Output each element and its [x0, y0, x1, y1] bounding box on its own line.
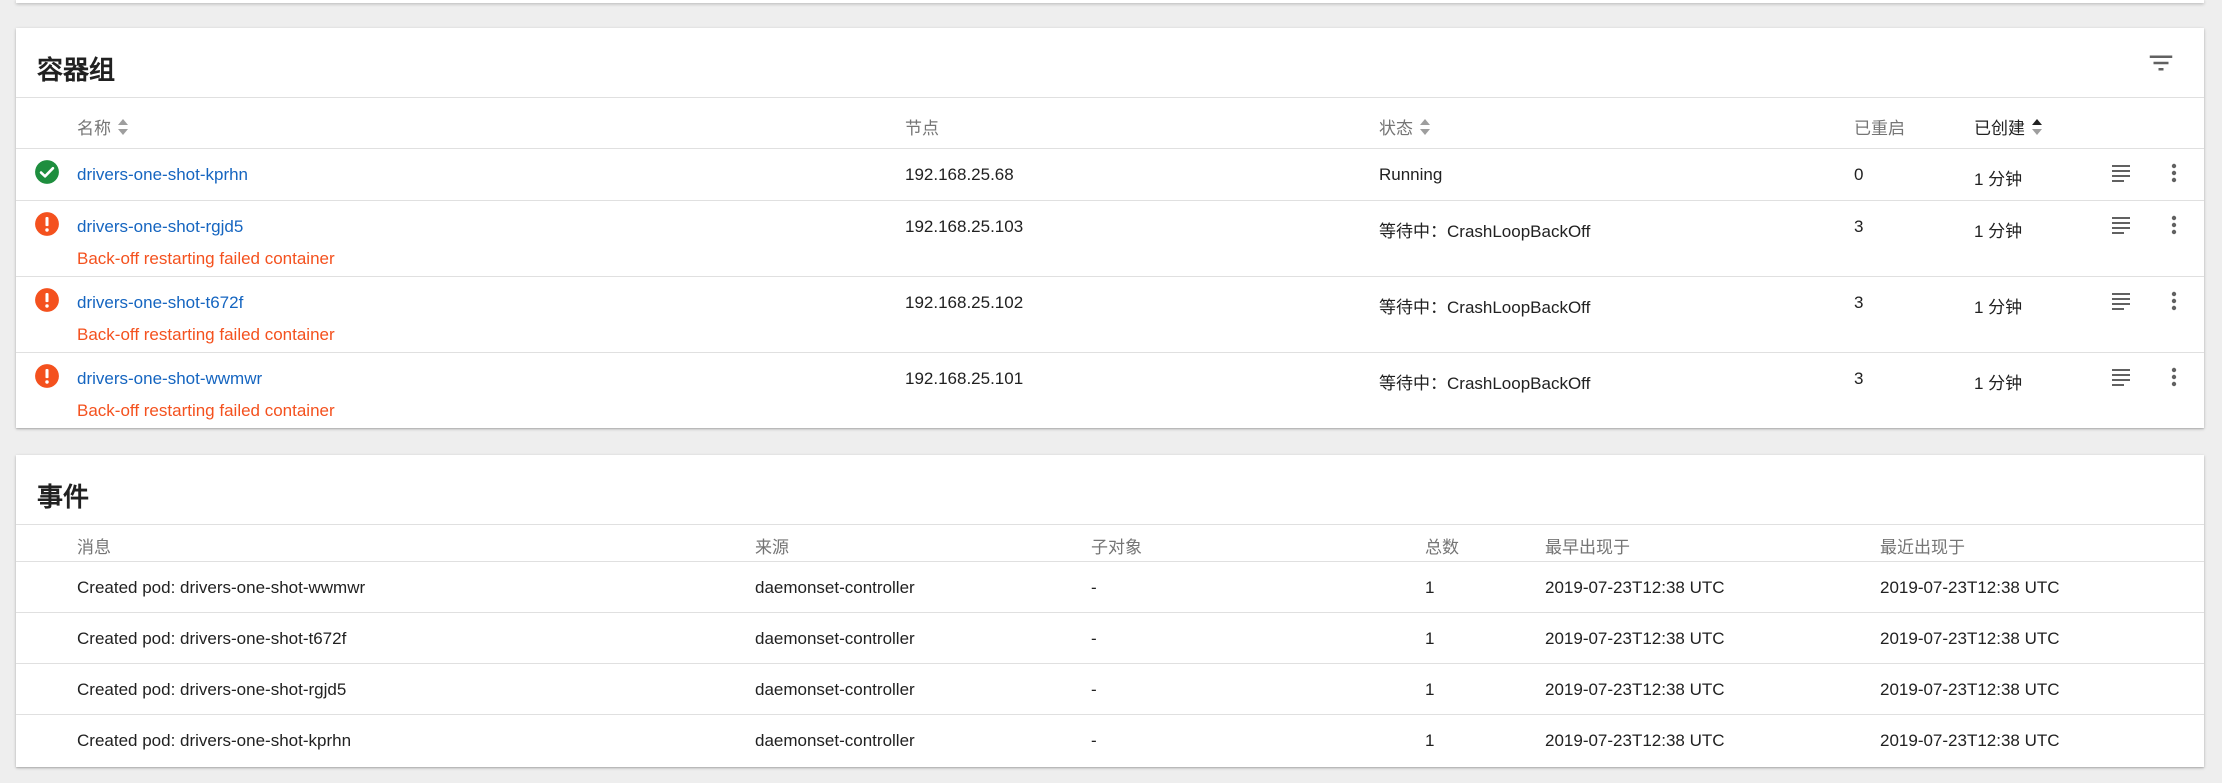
logs-icon[interactable]	[2109, 161, 2133, 185]
column-header-node: 节点	[905, 119, 939, 138]
column-header-status[interactable]: 状态	[1379, 114, 1431, 139]
column-header-count: 总数	[1425, 538, 1459, 557]
event-first-seen: 2019-07-23T12:38 UTC	[1545, 680, 1725, 699]
pod-created: 1 分钟	[1974, 298, 2023, 317]
event-first-seen: 2019-07-23T12:38 UTC	[1545, 629, 1725, 648]
event-count: 1	[1425, 578, 1435, 597]
pod-restarts: 0	[1854, 165, 1864, 184]
event-message: Created pod: drivers-one-shot-t672f	[77, 629, 347, 648]
previous-card-edge	[16, 0, 2204, 3]
logs-icon[interactable]	[2109, 289, 2133, 313]
logs-icon[interactable]	[2109, 213, 2133, 237]
more-vert-icon[interactable]	[2162, 161, 2186, 185]
events-card-title: 事件	[37, 482, 90, 512]
event-subobject: -	[1091, 680, 1097, 699]
pod-node: 192.168.25.103	[905, 217, 1024, 236]
table-row: Created pod: drivers-one-shot-t672f daem…	[16, 613, 2204, 664]
check-circle-icon	[35, 160, 59, 184]
event-first-seen: 2019-07-23T12:38 UTC	[1545, 578, 1725, 597]
pod-node: 192.168.25.101	[905, 369, 1024, 388]
pods-card: 容器组 名称 节点 状态 已重启 已创建 drivers-one-shot-kp…	[16, 28, 2204, 428]
sort-icon	[1420, 118, 1430, 135]
event-message: Created pod: drivers-one-shot-wwmwr	[77, 578, 366, 597]
column-header-last-seen: 最近出现于	[1880, 538, 1965, 557]
column-header-message: 消息	[77, 538, 111, 557]
event-subobject: -	[1091, 731, 1097, 750]
pod-restarts: 3	[1854, 217, 1864, 236]
pod-status: 等待中：CrashLoopBackOff	[1379, 222, 1591, 241]
pod-restarts: 3	[1854, 369, 1864, 388]
more-vert-icon[interactable]	[2162, 365, 2186, 389]
pod-name-link[interactable]: drivers-one-shot-wwmwr	[77, 369, 262, 389]
column-header-restarts: 已重启	[1854, 119, 1905, 138]
sort-icon	[2032, 118, 2042, 135]
event-last-seen: 2019-07-23T12:38 UTC	[1880, 680, 2060, 699]
pods-card-header: 容器组	[16, 28, 2204, 98]
event-subobject: -	[1091, 578, 1097, 597]
pod-status: 等待中：CrashLoopBackOff	[1379, 374, 1591, 393]
events-table-header: 消息 来源 子对象 总数 最早出现于 最近出现于	[16, 525, 2204, 562]
pod-status: 等待中：CrashLoopBackOff	[1379, 298, 1591, 317]
pod-name-link[interactable]: drivers-one-shot-kprhn	[77, 165, 248, 185]
event-source: daemonset-controller	[755, 731, 915, 750]
pod-restarts: 3	[1854, 293, 1864, 312]
error-circle-icon	[35, 288, 59, 312]
pods-card-title: 容器组	[37, 55, 116, 85]
pod-error-message: Back-off restarting failed container	[77, 401, 335, 420]
error-circle-icon	[35, 364, 59, 388]
pod-node: 192.168.25.102	[905, 293, 1024, 312]
pods-table-header: 名称 节点 状态 已重启 已创建	[16, 98, 2204, 149]
pod-error-message: Back-off restarting failed container	[77, 325, 335, 344]
column-header-created[interactable]: 已创建	[1974, 114, 2043, 139]
pod-node: 192.168.25.68	[905, 165, 1014, 184]
table-row: Created pod: drivers-one-shot-kprhn daem…	[16, 715, 2204, 766]
event-last-seen: 2019-07-23T12:38 UTC	[1880, 731, 2060, 750]
event-first-seen: 2019-07-23T12:38 UTC	[1545, 731, 1725, 750]
pod-created: 1 分钟	[1974, 222, 2023, 241]
pod-error-message: Back-off restarting failed container	[77, 249, 335, 268]
table-row: Created pod: drivers-one-shot-wwmwr daem…	[16, 562, 2204, 613]
column-header-source: 来源	[755, 538, 789, 557]
pod-name-link[interactable]: drivers-one-shot-t672f	[77, 293, 243, 313]
sort-icon	[118, 118, 128, 135]
logs-icon[interactable]	[2109, 365, 2133, 389]
table-row: drivers-one-shot-wwmwr 192.168.25.101 等待…	[16, 353, 2204, 429]
event-last-seen: 2019-07-23T12:38 UTC	[1880, 578, 2060, 597]
more-vert-icon[interactable]	[2162, 289, 2186, 313]
table-row: drivers-one-shot-rgjd5 192.168.25.103 等待…	[16, 201, 2204, 277]
event-count: 1	[1425, 680, 1435, 699]
column-header-first-seen: 最早出现于	[1545, 538, 1630, 557]
pod-created: 1 分钟	[1974, 170, 2023, 189]
event-source: daemonset-controller	[755, 578, 915, 597]
table-row: Created pod: drivers-one-shot-rgjd5 daem…	[16, 664, 2204, 715]
pod-name-link[interactable]: drivers-one-shot-rgjd5	[77, 217, 243, 237]
event-source: daemonset-controller	[755, 680, 915, 699]
event-source: daemonset-controller	[755, 629, 915, 648]
more-vert-icon[interactable]	[2162, 213, 2186, 237]
filter-list-icon[interactable]	[2146, 48, 2176, 78]
event-message: Created pod: drivers-one-shot-rgjd5	[77, 680, 347, 699]
column-header-subobject: 子对象	[1091, 538, 1142, 557]
events-card-header: 事件	[16, 455, 2204, 525]
pod-created: 1 分钟	[1974, 374, 2023, 393]
events-card: 事件 消息 来源 子对象 总数 最早出现于 最近出现于 Created pod:…	[16, 455, 2204, 767]
pod-status: Running	[1379, 165, 1443, 184]
event-last-seen: 2019-07-23T12:38 UTC	[1880, 629, 2060, 648]
error-circle-icon	[35, 212, 59, 236]
table-row: drivers-one-shot-kprhn 192.168.25.68 Run…	[16, 149, 2204, 201]
table-row: drivers-one-shot-t672f 192.168.25.102 等待…	[16, 277, 2204, 353]
event-subobject: -	[1091, 629, 1097, 648]
event-message: Created pod: drivers-one-shot-kprhn	[77, 731, 352, 750]
column-header-name[interactable]: 名称	[77, 114, 129, 139]
event-count: 1	[1425, 731, 1435, 750]
event-count: 1	[1425, 629, 1435, 648]
